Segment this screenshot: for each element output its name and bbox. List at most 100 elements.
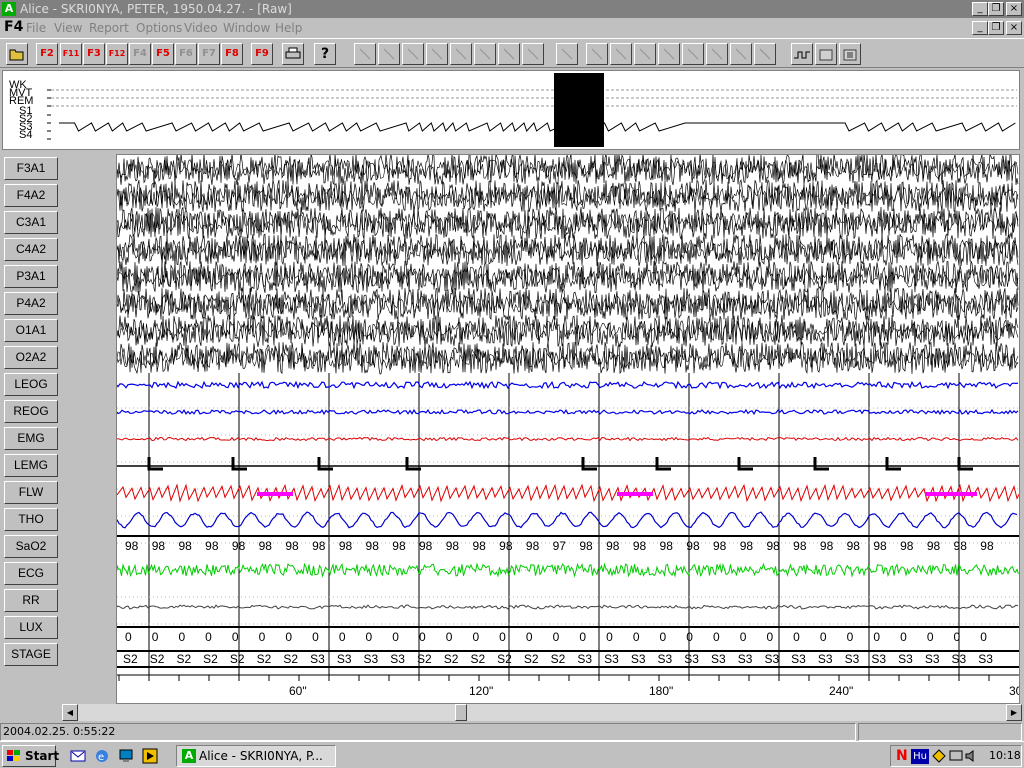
quicklaunch-ie-icon[interactable]: e [94, 748, 112, 764]
help-button[interactable]: ? [314, 43, 336, 65]
sao2-value: 98 [820, 539, 834, 553]
zoom-button[interactable] [791, 43, 813, 65]
sao2-value: 98 [339, 539, 353, 553]
alice-app-icon[interactable]: A [2, 2, 16, 16]
stage-value: S2 [497, 652, 512, 666]
stage-value: S3 [604, 652, 619, 666]
task-alice[interactable]: A Alice - SKRI0NYA, P... [176, 745, 336, 767]
tray-language-badge[interactable]: Hu [911, 749, 929, 764]
menu-help[interactable]: Help [275, 21, 302, 35]
channel-sao2[interactable]: SaO2 [4, 535, 58, 558]
quicklaunch-outlook-icon[interactable] [70, 748, 88, 764]
horizontal-scrollbar[interactable]: ◀ ▶ [62, 704, 1022, 721]
page-nav-button-17[interactable] [754, 43, 776, 65]
svg-text:e: e [98, 752, 104, 763]
menu-report[interactable]: Report [89, 21, 129, 35]
scroll-thumb[interactable] [455, 704, 467, 721]
start-button[interactable]: Start [2, 745, 59, 767]
menu-video[interactable]: Video [184, 21, 218, 35]
open-folder-button[interactable] [6, 43, 28, 65]
scroll-left-button[interactable]: ◀ [62, 704, 78, 721]
f2-button[interactable]: F2 [36, 43, 58, 65]
channel-reog[interactable]: REOG [4, 400, 58, 423]
page-nav-button-9[interactable] [556, 43, 578, 65]
tray-diamond-icon[interactable] [932, 749, 946, 763]
restore-button[interactable]: ❐ [988, 2, 1004, 16]
channel-f4a2[interactable]: F4A2 [4, 184, 58, 207]
page-nav-button-3[interactable] [402, 43, 424, 65]
f3-button[interactable]: F3 [83, 43, 105, 65]
f11-button[interactable]: F11 [60, 43, 82, 65]
page-nav-button-14[interactable] [682, 43, 704, 65]
time-axis-label: 60" [289, 684, 307, 698]
lux-value: 0 [499, 630, 506, 644]
channel-p4a2[interactable]: P4A2 [4, 292, 58, 315]
sao2-value: 98 [954, 539, 968, 553]
channel-flw[interactable]: FLW [4, 481, 58, 504]
lux-value: 0 [178, 630, 185, 644]
channel-tho[interactable]: THO [4, 508, 58, 531]
channel-c4a2[interactable]: C4A2 [4, 238, 58, 261]
channel-f3a1[interactable]: F3A1 [4, 157, 58, 180]
channel-o1a1[interactable]: O1A1 [4, 319, 58, 342]
hypnogram-panel[interactable]: WK MVT REM S1 S2 S3 S4 [2, 70, 1020, 150]
f7-button[interactable]: F7 [198, 43, 220, 65]
layout-button[interactable] [815, 43, 837, 65]
doc-restore-button[interactable]: ❐ [988, 21, 1004, 35]
montage-button[interactable] [839, 43, 861, 65]
page-nav-button-2[interactable] [378, 43, 400, 65]
doc-minimize-button[interactable]: _ [972, 21, 988, 35]
menu-window[interactable]: Window [223, 21, 270, 35]
page-nav-button-6[interactable] [474, 43, 496, 65]
scroll-right-button[interactable]: ▶ [1006, 704, 1022, 721]
f6-button[interactable]: F6 [175, 43, 197, 65]
channel-o2a2[interactable]: O2A2 [4, 346, 58, 369]
page-nav-button-10[interactable] [586, 43, 608, 65]
print-button[interactable] [282, 43, 304, 65]
page-nav-button-5[interactable] [450, 43, 472, 65]
f5-button[interactable]: F5 [152, 43, 174, 65]
folder-icon [9, 49, 24, 61]
page-nav-button-12[interactable] [634, 43, 656, 65]
page-nav-button-15[interactable] [706, 43, 728, 65]
channel-rr[interactable]: RR [4, 589, 58, 612]
stage-value: S3 [711, 652, 726, 666]
menu-options[interactable]: Options [136, 21, 182, 35]
page-nav-button-11[interactable] [610, 43, 632, 65]
menu-file[interactable]: File [26, 21, 46, 35]
f4-button[interactable]: F4 [129, 43, 151, 65]
stage-value: S3 [684, 652, 699, 666]
channel-ecg[interactable]: ECG [4, 562, 58, 585]
f8-button[interactable]: F8 [221, 43, 243, 65]
quicklaunch-desktop-icon[interactable] [118, 748, 136, 764]
channel-leog[interactable]: LEOG [4, 373, 58, 396]
doc-close-button[interactable]: × [1006, 21, 1022, 35]
channel-emg[interactable]: EMG [4, 427, 58, 450]
channel-c3a1[interactable]: C3A1 [4, 211, 58, 234]
alice-task-icon: A [182, 749, 196, 763]
page-nav-button-7[interactable] [498, 43, 520, 65]
flow-event-marker-2 [617, 492, 653, 496]
stage-value: S2 [123, 652, 138, 666]
channel-p3a1[interactable]: P3A1 [4, 265, 58, 288]
minimize-button[interactable]: _ [972, 2, 988, 16]
page-nav-button-16[interactable] [730, 43, 752, 65]
quicklaunch-media-icon[interactable] [142, 748, 160, 764]
channel-stage[interactable]: STAGE [4, 643, 58, 666]
close-button[interactable]: × [1006, 2, 1022, 16]
tray-n-label[interactable]: N [896, 748, 908, 764]
stage-value: S3 [631, 652, 646, 666]
stage-value: S3 [738, 652, 753, 666]
tray-speaker-icon[interactable] [964, 749, 978, 763]
menu-view[interactable]: View [54, 21, 82, 35]
f9-button[interactable]: F9 [251, 43, 273, 65]
page-nav-button-13[interactable] [658, 43, 680, 65]
signal-display[interactable]: 98 98 98 98 98 98 98 98 98 98 98 98 98 98 98 98 97 98 98 98… [116, 152, 1024, 704]
page-nav-button-4[interactable] [426, 43, 448, 65]
f12-button[interactable]: F12 [106, 43, 128, 65]
page-nav-button-8[interactable] [522, 43, 544, 65]
page-nav-button-1[interactable] [354, 43, 376, 65]
tray-monitor-icon[interactable] [949, 749, 963, 763]
channel-lux[interactable]: LUX [4, 616, 58, 639]
channel-lemg[interactable]: LEMG [4, 454, 58, 477]
